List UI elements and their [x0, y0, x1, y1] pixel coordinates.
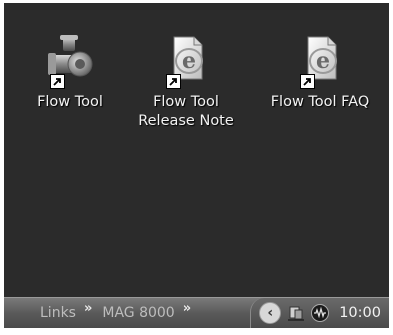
network-icon[interactable]	[287, 304, 305, 322]
desktop-icon-label: Flow Tool Release Note	[138, 94, 234, 129]
shortcut-arrow-icon	[166, 74, 181, 89]
desktop: Flow Tool e Flow Tool Release Note e Flo…	[4, 3, 389, 298]
toolbar-mag-8000[interactable]: MAG 8000 »	[94, 298, 191, 328]
desktop-icon-label: Flow Tool	[37, 94, 103, 110]
flow-meter-icon	[46, 33, 94, 89]
toolbar-label: MAG 8000	[102, 305, 175, 321]
toolbar-chevron-button[interactable]: »	[183, 301, 191, 316]
clock[interactable]: 10:00	[339, 305, 381, 321]
show-hidden-icons-button[interactable]: ‹	[259, 302, 282, 324]
svg-text:e: e	[182, 48, 196, 74]
system-tray: ‹ 10:00	[250, 298, 389, 328]
desktop-icon-label: Flow Tool FAQ	[270, 94, 370, 110]
taskbar: Links » MAG 8000 » ‹ 10:00	[4, 297, 389, 328]
screen: Flow Tool e Flow Tool Release Note e Flo…	[4, 3, 389, 328]
toolbar-links[interactable]: Links »	[32, 298, 92, 328]
desktop-icon-flow-tool-release-note[interactable]: e Flow Tool Release Note	[136, 33, 236, 131]
svg-text:e: e	[316, 48, 330, 74]
desktop-icon-flow-tool-faq[interactable]: e Flow Tool FAQ	[260, 33, 380, 112]
internet-document-icon: e	[296, 33, 344, 89]
shortcut-arrow-icon	[50, 74, 65, 89]
audio-wave-icon[interactable]	[311, 304, 330, 322]
shortcut-arrow-icon	[300, 74, 315, 89]
toolbar-chevron-button[interactable]: »	[84, 301, 92, 316]
desktop-icon-flow-tool[interactable]: Flow Tool	[30, 33, 110, 112]
internet-document-icon: e	[162, 33, 210, 89]
toolbar-label: Links	[40, 305, 76, 321]
